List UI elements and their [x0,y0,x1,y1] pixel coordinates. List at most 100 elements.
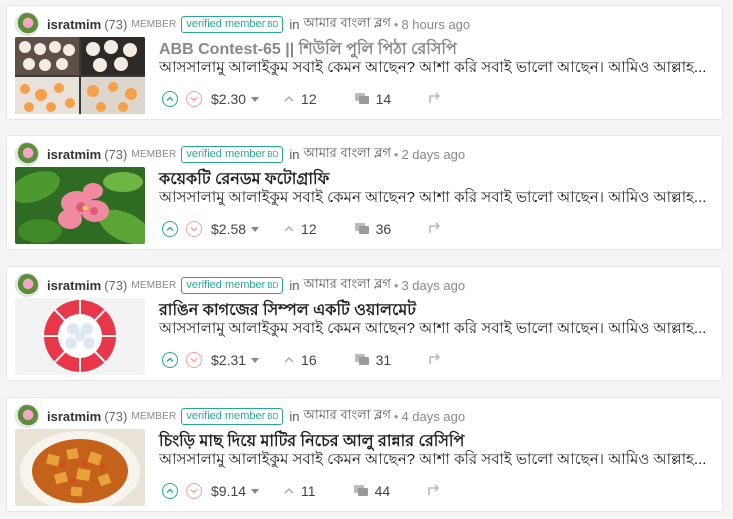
curry-icon[interactable] [15,429,145,506]
post-time[interactable]: 3 days ago [401,278,465,293]
author-reputation: (73) [104,146,128,162]
payout-dropdown-icon[interactable] [251,96,260,102]
avatar[interactable] [15,12,39,36]
verified-badge: verified member BD [181,145,284,163]
separator-dot: • [393,146,399,162]
pitha-icon[interactable] [15,37,145,114]
post-card[interactable]: isratmim (73) MEMBER verified member BD i… [6,397,723,512]
verified-badge: verified member BD [181,276,284,294]
member-role: MEMBER [131,148,177,160]
post-card[interactable]: isratmim (73) MEMBER verified member BD i… [6,5,723,120]
upvote-button[interactable] [162,221,178,237]
post-excerpt[interactable]: আসসালামু আলাইকুম সবাই কেমন আছেন? আশা করি… [159,56,719,81]
post-footer: $2.58 12 36 [162,219,443,239]
community-link[interactable]: আমার বাংলা ব্লগ [304,275,391,296]
post-time[interactable]: 4 days ago [401,409,465,424]
post-time[interactable]: 8 hours ago [401,17,470,32]
separator-dot: • [393,16,399,32]
post-excerpt[interactable]: আসসালামু আলাইকুম সবাই কেমন আছেন? আশা করি… [159,186,719,211]
payout-dropdown-icon[interactable] [251,488,260,494]
flower-icon[interactable] [15,167,145,244]
post-footer: $2.30 12 14 [162,89,443,109]
author-reputation: (73) [104,277,128,293]
separator-dot: • [393,408,399,424]
downvote-button[interactable] [186,352,202,368]
payout-dropdown-icon[interactable] [251,226,260,232]
reply-count[interactable]: 31 [354,352,391,368]
author-name[interactable]: isratmim [47,278,101,293]
avatar[interactable] [15,273,39,297]
comments-icon [354,93,369,104]
reblog-button[interactable] [427,222,443,236]
upvote-button[interactable] [162,483,178,499]
avatar[interactable] [15,404,39,428]
upvote-button[interactable] [162,352,178,368]
payout-dropdown-icon[interactable] [251,357,260,363]
payout-value[interactable]: $2.58 [211,221,246,237]
post-card[interactable]: isratmim (73) MEMBER verified member BD i… [6,266,723,381]
post-footer: $2.31 16 31 [162,350,443,370]
avatar[interactable] [15,142,39,166]
payout-value[interactable]: $2.31 [211,352,246,368]
chevron-down-icon [190,358,198,363]
in-label: in [289,146,300,162]
reblog-icon [428,484,440,495]
reblog-icon [429,353,441,364]
separator-dot: • [393,277,399,293]
downvote-button[interactable] [186,91,202,107]
member-role: MEMBER [131,410,177,422]
member-role: MEMBER [131,279,177,291]
comments-icon [354,223,369,234]
author-reputation: (73) [104,408,128,424]
chevron-down-icon [190,489,198,494]
chevron-up-icon [166,488,174,493]
post-header: isratmim (73) MEMBER verified member BD i… [15,272,465,298]
upvote-button[interactable] [162,91,178,107]
vote-count[interactable]: 12 [283,221,317,237]
reblog-button[interactable] [427,353,443,367]
payout-value[interactable]: $2.30 [211,91,246,107]
community-link[interactable]: আমার বাংলা ব্লগ [304,406,391,427]
reply-count[interactable]: 44 [353,483,390,499]
author-name[interactable]: isratmim [47,147,101,162]
post-footer: $9.14 11 44 [162,481,442,501]
post-header: isratmim (73) MEMBER verified member BD i… [15,141,465,167]
verified-badge: verified member BD [181,407,284,425]
author-name[interactable]: isratmim [47,17,101,32]
post-time[interactable]: 2 days ago [401,147,465,162]
downvote-button[interactable] [186,483,202,499]
post-card[interactable]: isratmim (73) MEMBER verified member BD i… [6,135,723,250]
reply-count[interactable]: 36 [354,221,391,237]
member-role: MEMBER [131,18,177,30]
chevron-up-icon [166,96,174,101]
chevron-up-icon [284,488,294,494]
verified-badge: verified member BD [181,15,284,33]
author-name[interactable]: isratmim [47,409,101,424]
comments-icon [354,354,369,365]
chevron-up-icon [284,96,294,102]
comments-icon [353,485,368,496]
community-link[interactable]: আমার বাংলা ব্লগ [304,14,391,35]
author-reputation: (73) [104,16,128,32]
in-label: in [289,16,300,32]
reblog-icon [429,222,441,233]
wallmat-icon[interactable] [15,298,145,375]
chevron-up-icon [284,226,294,232]
post-excerpt[interactable]: আসসালামু আলাইকুম সবাই কেমন আছেন? আশা করি… [159,448,719,473]
post-header: isratmim (73) MEMBER verified member BD i… [15,403,465,429]
downvote-button[interactable] [186,221,202,237]
chevron-down-icon [190,227,198,232]
reblog-button[interactable] [426,484,442,498]
vote-count[interactable]: 16 [283,352,317,368]
reblog-icon [429,92,441,103]
chevron-up-icon [284,357,294,363]
community-link[interactable]: আমার বাংলা ব্লগ [304,144,391,165]
vote-count[interactable]: 12 [283,91,317,107]
reblog-button[interactable] [427,92,443,106]
vote-count[interactable]: 11 [283,483,316,499]
chevron-up-icon [166,357,174,362]
payout-value[interactable]: $9.14 [211,483,246,499]
post-feed: isratmim (73) MEMBER verified member BD i… [0,0,733,519]
post-excerpt[interactable]: আসসালামু আলাইকুম সবাই কেমন আছেন? আশা করি… [159,317,719,342]
reply-count[interactable]: 14 [354,91,391,107]
